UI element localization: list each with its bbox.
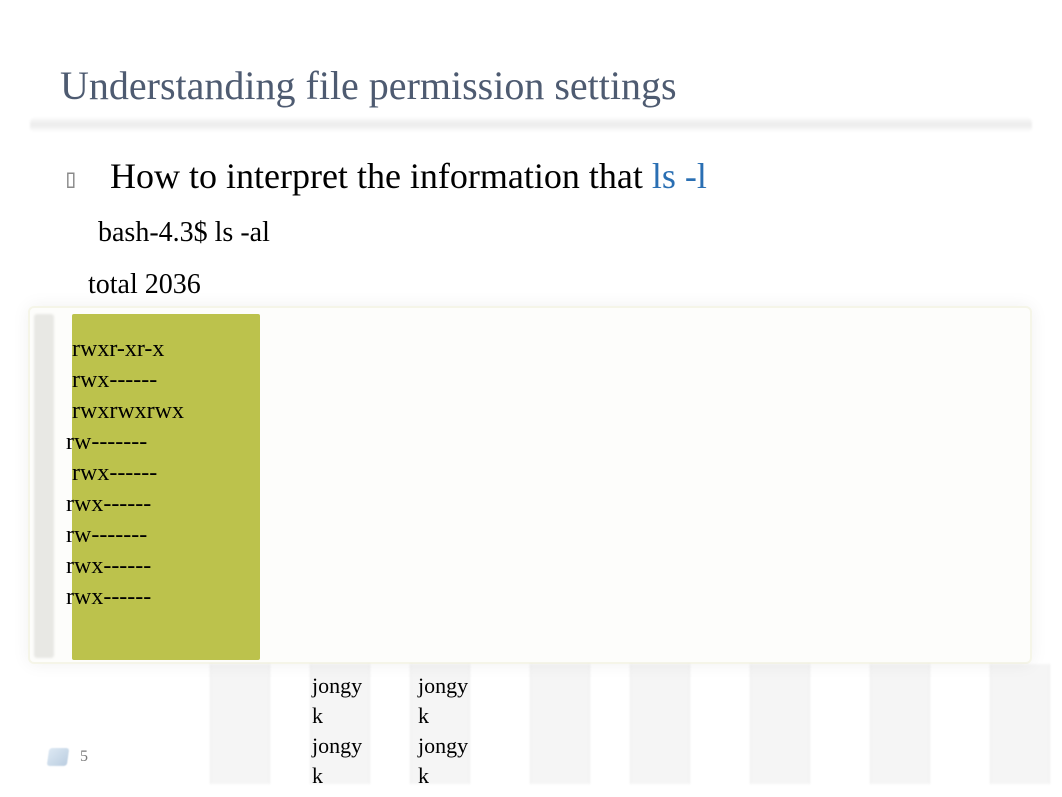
shell-prompt-line: bash-4.3$ ls -al: [98, 217, 270, 249]
bullet-text: How to interpret the information that ls…: [110, 155, 707, 197]
page-number-icon: [47, 748, 70, 766]
blurred-column: [750, 664, 810, 784]
blurred-column: [210, 664, 270, 784]
bullet-prefix: How to interpret the information that: [110, 156, 652, 196]
owner-column-2: jongy k jongy k: [418, 671, 468, 791]
blurred-column: [870, 664, 930, 784]
slide-title: Understanding file permission settings: [60, 62, 677, 109]
page-number: 5: [80, 748, 88, 766]
blurred-table-columns: [30, 664, 1032, 784]
blurred-column: [990, 664, 1050, 784]
owner-column-1: jongy k jongy k: [312, 671, 362, 791]
bullet-icon: ▯: [63, 164, 79, 194]
blurred-column: [630, 664, 690, 784]
blurred-column: [530, 664, 590, 784]
listing-left-gutter: [34, 314, 54, 658]
title-divider: [30, 118, 1032, 132]
permissions-column: rwxr-xr-x rwx------ rwxrwxrwx rw------- …: [66, 334, 184, 613]
shell-total-line: total 2036: [88, 269, 201, 301]
bullet-command: ls -l: [652, 156, 707, 196]
